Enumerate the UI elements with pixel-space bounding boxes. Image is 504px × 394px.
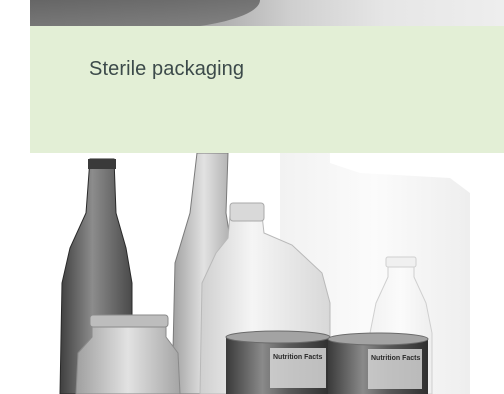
caption-panel: Sterile packaging [30, 26, 504, 153]
beer-bottle-cap-ring [88, 159, 116, 169]
caption-title: Sterile packaging [89, 58, 245, 80]
can-right-label: Nutrition Facts [371, 355, 420, 362]
top-photo-strip [30, 0, 504, 26]
jar-rim [89, 314, 169, 328]
packaging-photo: Nutrition Facts Nutrition Facts [30, 153, 504, 394]
aluminum-can-left [225, 330, 331, 394]
jug-cap [229, 202, 265, 222]
packaging-photo-svg: Nutrition Facts Nutrition Facts [59, 153, 470, 394]
aluminum-can-right [327, 332, 429, 394]
small-bottle-neck [385, 256, 417, 268]
glass-jar [75, 318, 181, 394]
can-left-label: Nutrition Facts [273, 354, 322, 361]
page: Sterile packaging Nutrition Facts Nutrit… [0, 0, 504, 394]
top-photo-shape [30, 0, 260, 26]
